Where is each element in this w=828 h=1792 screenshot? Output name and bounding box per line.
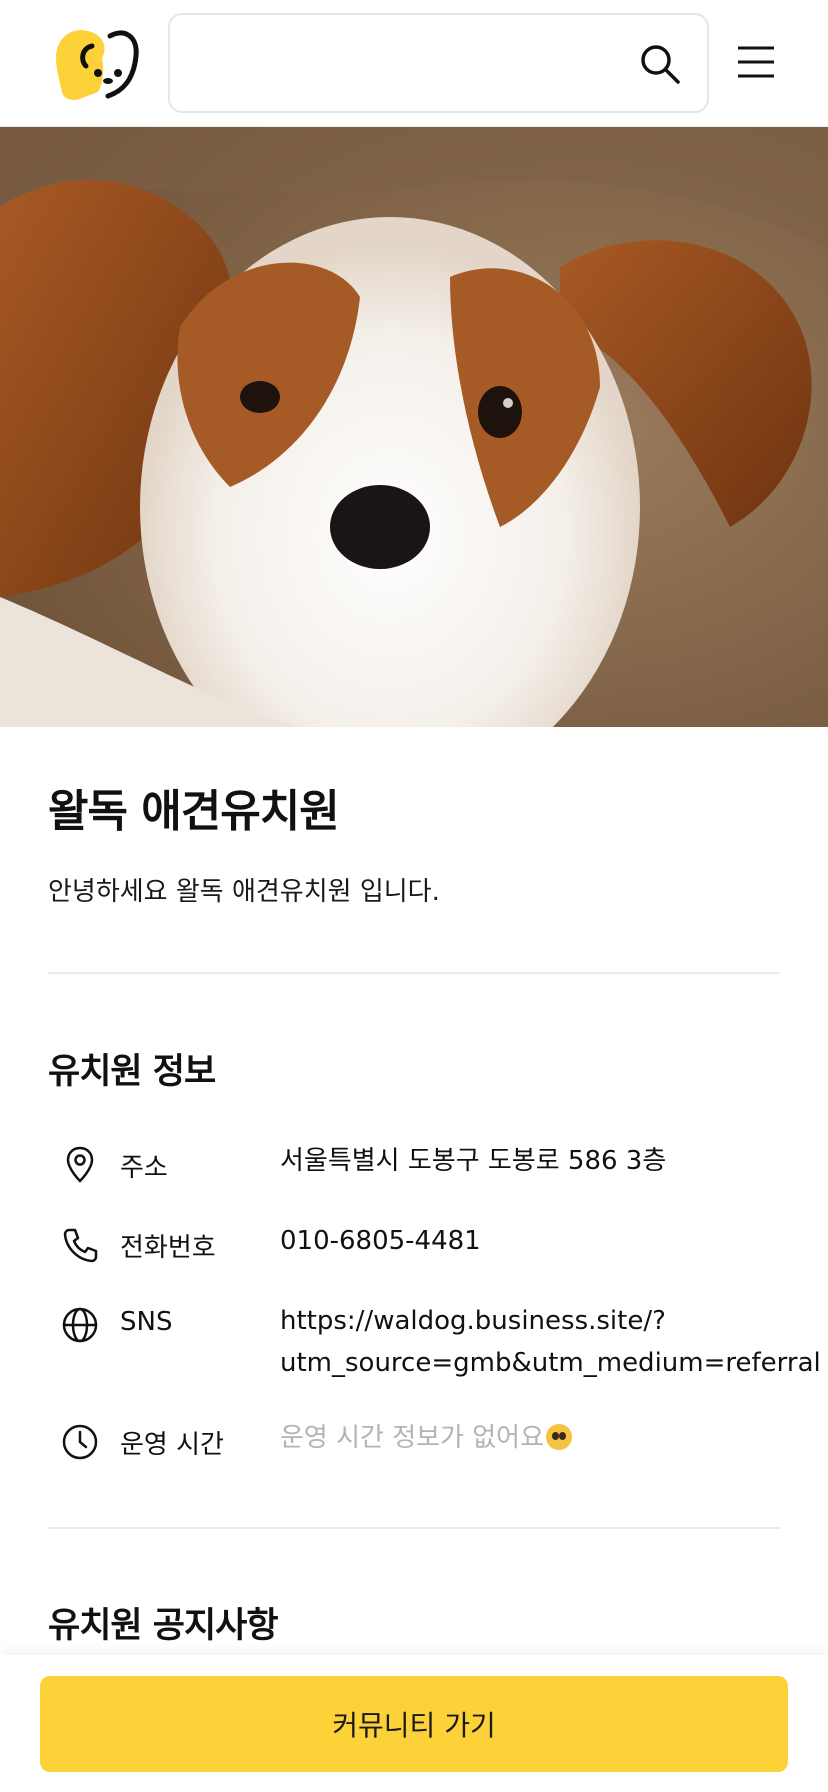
phone-icon (63, 1228, 98, 1263)
divider (48, 1527, 780, 1529)
sns-url-line-1[interactable]: https://waldog.business.site/? (280, 1300, 821, 1342)
info-value-phone[interactable]: 010-6805-4481 (280, 1220, 481, 1262)
info-label-hours: 운영 시간 (120, 1430, 224, 1460)
info-section-title: 유치원 정보 (48, 1052, 216, 1092)
info-value-sns[interactable]: https://waldog.business.site/? utm_sourc… (280, 1300, 821, 1384)
hamburger-menu-icon[interactable] (736, 44, 776, 80)
globe-icon (62, 1307, 98, 1343)
hours-empty-text: 운영 시간 정보가 없어요 (280, 1423, 544, 1453)
sns-url-line-2[interactable]: utm_source=gmb&utm_medium=referral (280, 1342, 821, 1384)
pleading-face-emoji-icon (546, 1424, 572, 1450)
go-to-community-button[interactable]: 커뮤니티 가기 (40, 1676, 788, 1772)
dog-face-logo[interactable] (52, 26, 140, 102)
notice-section-title: 유치원 공지사항 (48, 1606, 279, 1646)
info-value-hours: 운영 시간 정보가 없어요 (280, 1417, 572, 1459)
hero-image (0, 127, 828, 727)
clock-icon (62, 1424, 98, 1460)
divider (48, 972, 780, 974)
search-input[interactable] (168, 13, 709, 113)
search-icon[interactable] (639, 43, 681, 85)
info-value-address: 서울특별시 도봉구 도봉로 586 3층 (280, 1146, 667, 1176)
location-pin-icon (66, 1146, 94, 1183)
info-label-sns: SNS (120, 1307, 173, 1337)
top-header (0, 0, 828, 127)
info-label-address: 주소 (120, 1153, 168, 1183)
kindergarten-intro: 안녕하세요 왈독 애견유치원 입니다. (48, 877, 440, 907)
kindergarten-name: 왈독 애견유치원 (48, 786, 340, 837)
bottom-action-bar: 커뮤니티 가기 (0, 1655, 828, 1792)
puppy-photo (0, 127, 828, 727)
info-label-phone: 전화번호 (120, 1233, 216, 1263)
